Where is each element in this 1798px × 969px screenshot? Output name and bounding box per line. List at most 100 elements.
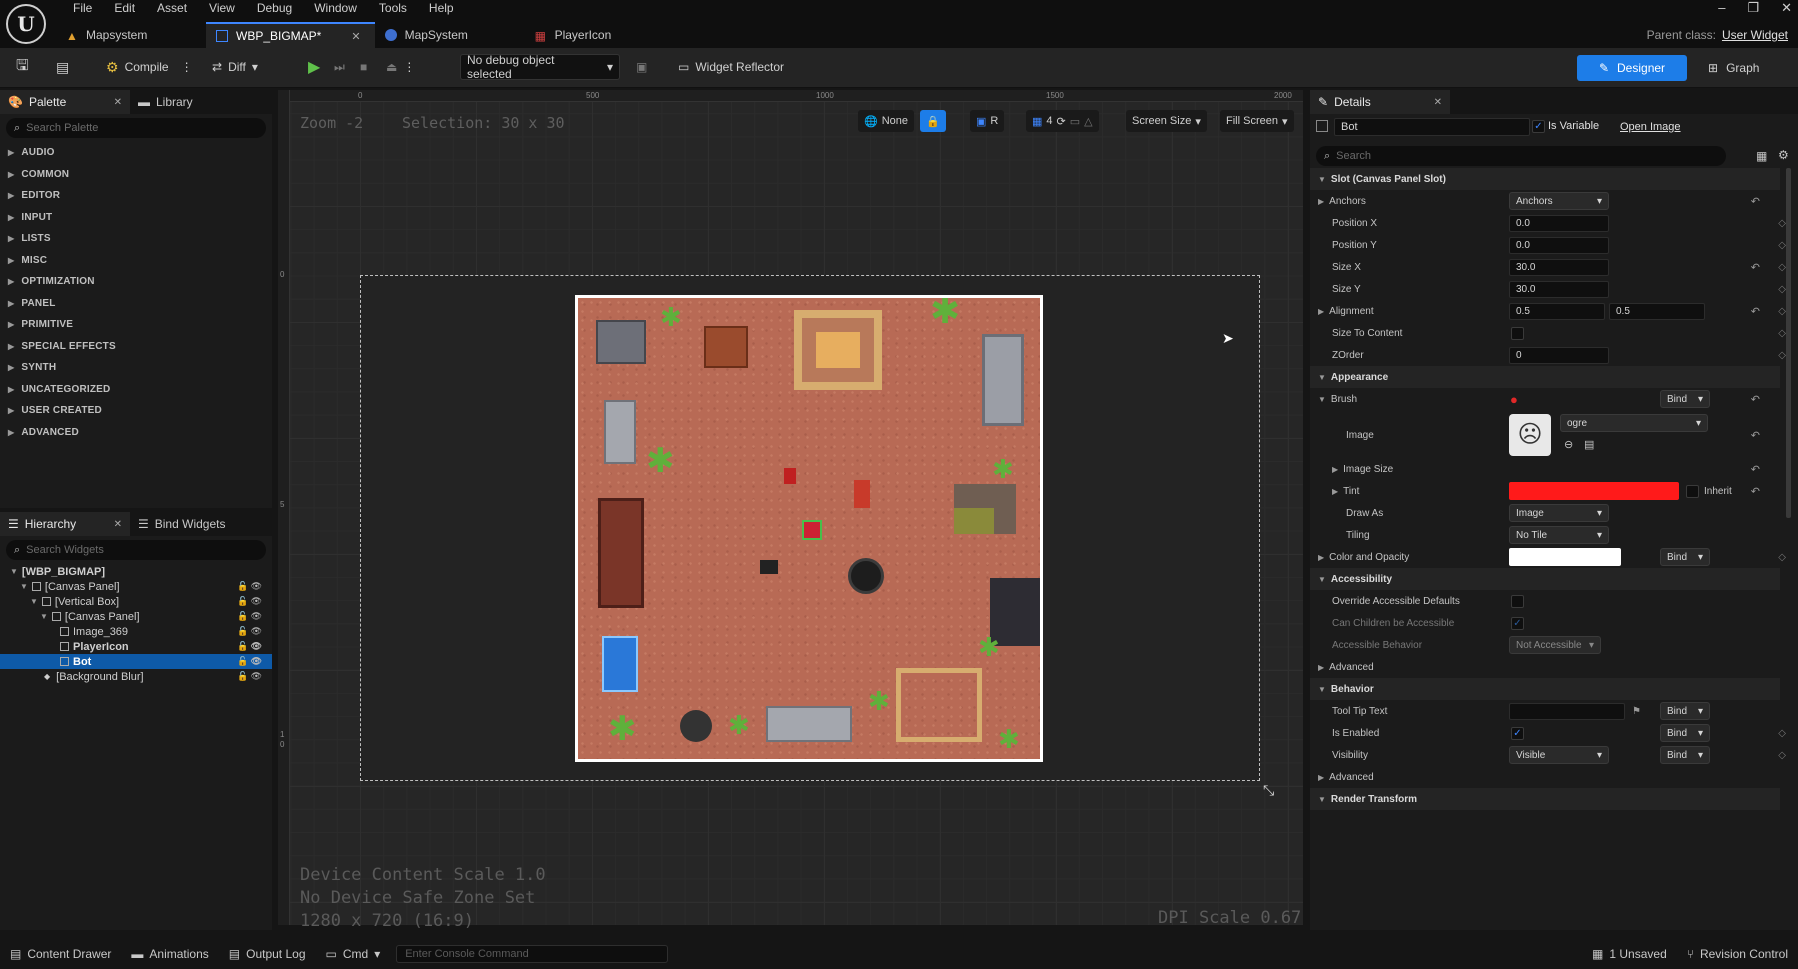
tab-bind-widgets[interactable]: ☰ Bind Widgets <box>130 512 260 536</box>
compile-button[interactable]: ⚙ Compile ⋮ <box>100 54 199 80</box>
widget-reflector-button[interactable]: ▭ Widget Reflector <box>672 54 790 80</box>
ogre-thumbnail-icon[interactable]: ☹ <box>1509 414 1551 456</box>
fill-screen-select[interactable]: Fill Screen ▾ <box>1220 110 1294 132</box>
menu-edit[interactable]: Edit <box>103 0 146 16</box>
row-advanced-behavior[interactable]: ▶ Advanced <box>1310 766 1780 788</box>
category-optimization[interactable]: ▶ OPTIMIZATION <box>0 271 272 293</box>
use-selected-icon[interactable]: ⊖ <box>1564 438 1573 451</box>
play-button[interactable]: ▶ <box>302 54 326 80</box>
close-icon[interactable]: ✕ <box>114 519 122 530</box>
menu-window[interactable]: Window <box>303 0 368 16</box>
tab-mapsystem-level[interactable]: ▲ Mapsystem <box>56 22 206 48</box>
open-image-link[interactable]: Open Image <box>1620 121 1681 133</box>
keyframe-diamond-icon[interactable]: ◇ <box>1778 218 1786 229</box>
diff-button[interactable]: ⇄ Diff ▾ <box>206 54 264 80</box>
graph-button[interactable]: ⊞ Graph <box>1708 55 1759 81</box>
tree-item-playericon[interactable]: PlayerIcon 🔓👁 <box>0 639 272 654</box>
eject-button[interactable]: ⏏ ⋮ <box>380 54 421 80</box>
lock-toggle[interactable]: 🔒 <box>920 110 946 132</box>
category-audio[interactable]: ▶ AUDIO <box>0 142 272 164</box>
more-icon[interactable]: ⋮ <box>403 60 415 74</box>
lock-eye-icon[interactable]: 🔓👁 <box>237 596 264 607</box>
lock-eye-icon[interactable]: 🔓👁 <box>237 581 264 592</box>
grid-snap-toggle[interactable]: ▦ 4 ⟳ ▭ △ <box>1026 110 1099 132</box>
section-render-transform[interactable]: ▼ Render Transform <box>1310 788 1780 810</box>
image-asset-select[interactable]: ogre ▾ <box>1560 414 1708 432</box>
reset-icon[interactable]: ↶ <box>1751 195 1760 208</box>
flag-icon[interactable]: ⚑ <box>1632 706 1641 717</box>
is-enabled-checkbox[interactable]: ✓ <box>1511 726 1524 740</box>
details-scrollbar[interactable] <box>1786 168 1791 518</box>
tab-palette[interactable]: 🎨 Palette ✕ <box>0 90 130 114</box>
step-button[interactable]: ⏭ <box>328 54 351 80</box>
category-user-created[interactable]: ▶ USER CREATED <box>0 400 272 422</box>
tab-details[interactable]: ✎ Details ✕ <box>1310 90 1450 114</box>
tab-hierarchy[interactable]: ☰ Hierarchy ✕ <box>0 512 130 536</box>
category-special-effects[interactable]: ▶ SPECIAL EFFECTS <box>0 336 272 358</box>
reset-icon[interactable]: ↶ <box>1751 429 1760 442</box>
widget-name-input[interactable]: Bot <box>1334 118 1530 136</box>
lock-eye-icon[interactable]: 🔓👁 <box>237 671 264 682</box>
tab-wbp-bigmap[interactable]: WBP_BIGMAP* ✕ <box>206 22 375 48</box>
tree-item-canvas-panel-inner[interactable]: ▼ [Canvas Panel] 🔓👁 <box>0 609 272 624</box>
tint-color-swatch[interactable] <box>1509 482 1679 500</box>
close-icon[interactable]: ✕ <box>114 97 122 108</box>
position-x-input[interactable]: 0.0 <box>1509 214 1609 232</box>
category-uncategorized[interactable]: ▶ UNCATEGORIZED <box>0 379 272 401</box>
enabled-bind-button[interactable]: Bind ▾ <box>1660 724 1710 742</box>
lock-eye-icon[interactable]: 🔓👁 <box>237 626 264 637</box>
hierarchy-search[interactable]: ⌕ Search Widgets <box>6 540 266 560</box>
draw-as-select[interactable]: Image ▾ <box>1509 504 1609 522</box>
override-defaults-checkbox[interactable] <box>1511 594 1524 608</box>
tree-item-background-blur[interactable]: ◆ [Background Blur] 🔓👁 <box>0 669 272 684</box>
revision-control-button[interactable]: ⑂ Revision Control <box>1677 947 1798 961</box>
size-to-content-checkbox[interactable] <box>1511 326 1524 340</box>
console-input[interactable]: Enter Console Command <box>396 944 669 963</box>
settings-gear-icon[interactable]: ⚙ <box>1778 148 1789 162</box>
resize-handle-icon[interactable]: ⤡ <box>1263 782 1274 799</box>
reset-icon[interactable]: ↶ <box>1751 463 1760 476</box>
lock-eye-icon[interactable]: 🔓👁 <box>237 656 264 667</box>
menu-debug[interactable]: Debug <box>246 0 303 16</box>
tiling-select[interactable]: No Tile ▾ <box>1509 526 1609 544</box>
bot-widget[interactable] <box>802 520 822 540</box>
tree-item-bot[interactable]: Bot 🔓👁 <box>0 654 272 669</box>
category-panel[interactable]: ▶ PANEL <box>0 293 272 315</box>
reset-icon[interactable]: ↶ <box>1751 393 1760 406</box>
close-icon[interactable]: ✕ <box>1781 0 1792 16</box>
category-input[interactable]: ▶ INPUT <box>0 207 272 229</box>
section-accessibility[interactable]: ▼ Accessibility <box>1310 568 1780 590</box>
respect-locks-toggle[interactable]: ▣ R <box>970 110 1005 132</box>
palette-search[interactable]: ⌕ Search Palette <box>6 118 266 138</box>
tab-library[interactable]: ▬ Library <box>130 90 260 114</box>
section-appearance[interactable]: ▼ Appearance <box>1310 366 1780 388</box>
keyframe-diamond-icon[interactable]: ◇ <box>1778 750 1786 761</box>
menu-tools[interactable]: Tools <box>368 0 418 16</box>
keyframe-diamond-icon[interactable]: ◇ <box>1778 262 1786 273</box>
keyframe-diamond-icon[interactable]: ◇ <box>1778 552 1786 563</box>
keyframe-diamond-icon[interactable]: ◇ <box>1778 350 1786 361</box>
tab-mapsystem[interactable]: MapSystem <box>375 22 525 48</box>
tree-item-vertical-box[interactable]: ▼ [Vertical Box] 🔓👁 <box>0 594 272 609</box>
unreal-logo-icon[interactable]: U <box>6 4 46 44</box>
property-matrix-icon[interactable]: ▦ <box>1756 149 1767 163</box>
category-lists[interactable]: ▶ LISTS <box>0 228 272 250</box>
menu-view[interactable]: View <box>198 0 246 16</box>
content-drawer-button[interactable]: ▤ Content Drawer <box>0 947 121 961</box>
localization-button[interactable]: 🌐 None <box>858 110 914 132</box>
reset-icon[interactable]: ↶ <box>1751 305 1760 318</box>
keyframe-diamond-icon[interactable]: ◇ <box>1778 328 1786 339</box>
screen-size-select[interactable]: Screen Size ▾ <box>1126 110 1207 132</box>
category-common[interactable]: ▶ COMMON <box>0 164 272 186</box>
zorder-input[interactable]: 0 <box>1509 346 1609 364</box>
row-advanced-accessibility[interactable]: ▶ Advanced <box>1310 656 1780 678</box>
unsaved-button[interactable]: ▦ 1 Unsaved <box>1582 947 1677 961</box>
keyframe-diamond-icon[interactable]: ◇ <box>1778 306 1786 317</box>
tab-playericon[interactable]: ▦ PlayerIcon <box>525 22 675 48</box>
category-primitive[interactable]: ▶ PRIMITIVE <box>0 314 272 336</box>
is-variable-checkbox[interactable]: ✓ <box>1532 120 1545 133</box>
reset-icon[interactable]: ↶ <box>1751 261 1760 274</box>
tree-item-canvas-panel[interactable]: ▼ [Canvas Panel] 🔓👁 <box>0 579 272 594</box>
menu-help[interactable]: Help <box>418 0 465 16</box>
details-search[interactable]: ⌕ Search <box>1316 146 1726 166</box>
